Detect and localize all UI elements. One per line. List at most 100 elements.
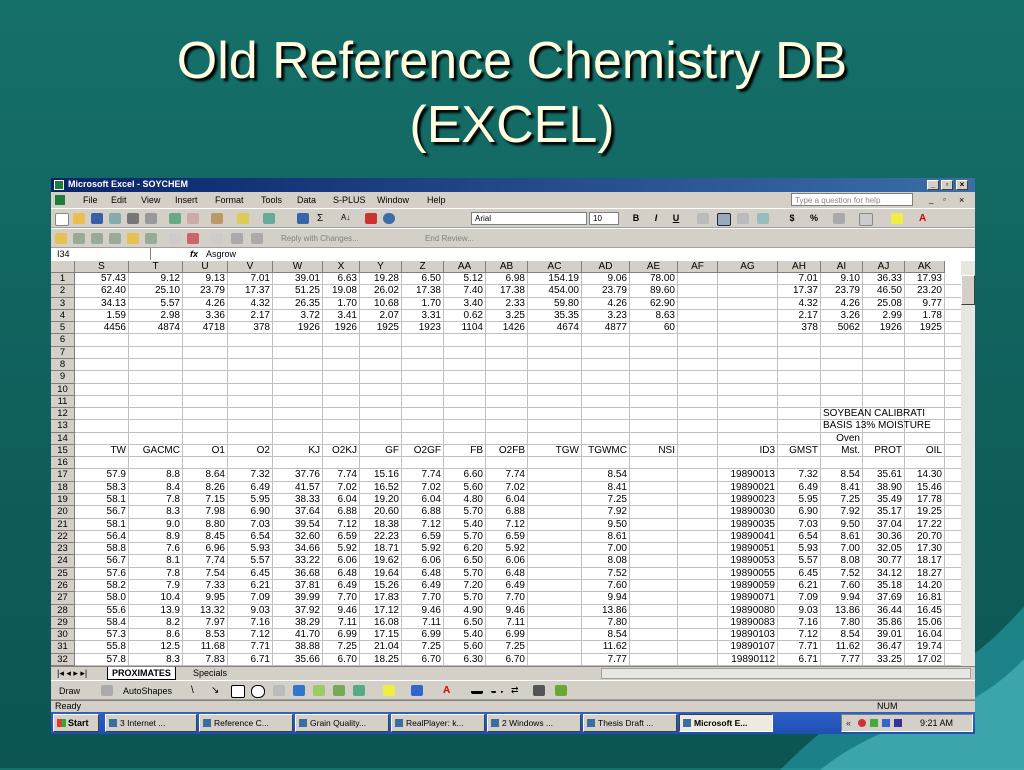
cell-u19[interactable]: 7.15 [183,494,228,506]
cell-t2[interactable]: 25.10 [129,285,183,297]
cell-ah23[interactable]: 5.93 [778,543,821,555]
cell-ak18[interactable]: 15.46 [905,482,945,494]
review-icon-9[interactable] [231,233,243,244]
help-icon[interactable] [383,213,395,224]
cell-w2[interactable]: 51.25 [273,285,323,297]
cell-t19[interactable]: 7.8 [129,494,183,506]
cell-v27[interactable]: 7.09 [228,592,273,604]
format-painter-icon[interactable] [237,213,249,224]
cell-aj28[interactable]: 36.44 [863,605,905,617]
cell-t27[interactable]: 10.4 [129,592,183,604]
column-header-x[interactable]: X [323,261,360,273]
cell-ad1[interactable]: 9.06 [582,273,630,285]
cell-z3[interactable]: 1.70 [402,298,444,310]
cell-z17[interactable]: 7.74 [402,469,444,481]
cell-u30[interactable]: 8.53 [183,629,228,641]
cell-ab5[interactable]: 1426 [486,322,528,334]
cell-y30[interactable]: 17.15 [360,629,402,641]
task-internet[interactable]: 3 Internet ... [105,714,197,732]
cell-u32[interactable]: 7.83 [183,654,228,666]
font-size-select[interactable]: 10 [589,212,619,225]
cell-v3[interactable]: 4.32 [228,298,273,310]
cell-ai4[interactable]: 3.26 [821,310,863,322]
cell-x23[interactable]: 5.92 [323,543,360,555]
task-windows[interactable]: 2 Windows ... [487,714,581,732]
bold-button[interactable]: B [629,212,643,225]
cell-x25[interactable]: 6.48 [323,568,360,580]
cell-s24[interactable]: 56.7 [75,555,129,567]
cell-x18[interactable]: 7.02 [323,482,360,494]
cell-aj32[interactable]: 33.25 [863,654,905,666]
arrow-icon[interactable]: ↘ [211,685,223,696]
cell-ai27[interactable]: 9.94 [821,592,863,604]
cell-u24[interactable]: 7.74 [183,555,228,567]
cell-s31[interactable]: 55.8 [75,641,129,653]
dash-style-icon[interactable] [491,685,503,693]
cell-s1[interactable]: 57.43 [75,273,129,285]
column-header-ab[interactable]: AB [486,261,528,273]
indent-icon[interactable] [833,213,845,224]
review-icon-4[interactable] [127,233,139,244]
cell-x28[interactable]: 9.46 [323,605,360,617]
row-header-21[interactable]: 21 [51,518,75,531]
column-header-aj[interactable]: AJ [863,261,905,273]
fill-color-icon[interactable] [891,213,903,224]
cell-aa24[interactable]: 6.50 [444,555,486,567]
row-header-17[interactable]: 17 [51,469,75,482]
cell-ai5[interactable]: 5062 [821,322,863,334]
cell-t32[interactable]: 8.3 [129,654,183,666]
cell-s22[interactable]: 56.4 [75,531,129,543]
fx-icon[interactable]: fx [190,248,198,260]
print-preview-icon[interactable] [145,213,157,224]
cell-ai29[interactable]: 7.80 [821,617,863,629]
cell-ad21[interactable]: 9.50 [582,519,630,531]
menu-file[interactable]: File [83,195,98,205]
tray-app-icon[interactable] [870,719,878,727]
reply-with-changes-button[interactable]: Reply with Changes... [281,234,359,245]
cell-ae5[interactable]: 60 [630,322,678,334]
row-header-20[interactable]: 20 [51,506,75,519]
cell-v2[interactable]: 17.37 [228,285,273,297]
cell-aj27[interactable]: 37.69 [863,592,905,604]
cell-y20[interactable]: 20.60 [360,506,402,518]
cell-x5[interactable]: 1926 [323,322,360,334]
cell-aj22[interactable]: 30.36 [863,531,905,543]
cell-w21[interactable]: 39.54 [273,519,323,531]
arrow-style-icon[interactable]: ⇄ [511,685,523,696]
merge-center-icon[interactable] [757,213,769,224]
cell-aa3[interactable]: 3.40 [444,298,486,310]
cell-ad15[interactable]: TGWMC [582,445,630,457]
review-icon-5[interactable] [145,233,157,244]
select-objects-icon[interactable] [101,685,113,696]
cell-u4[interactable]: 3.36 [183,310,228,322]
cell-s4[interactable]: 1.59 [75,310,129,322]
cell-aa17[interactable]: 6.60 [444,469,486,481]
cell-z2[interactable]: 17.38 [402,285,444,297]
cell-aj3[interactable]: 25.08 [863,298,905,310]
cell-aj4[interactable]: 2.99 [863,310,905,322]
cell-ah18[interactable]: 6.49 [778,482,821,494]
cell-v31[interactable]: 7.71 [228,641,273,653]
print-icon[interactable] [127,213,139,224]
cell-v26[interactable]: 6.21 [228,580,273,592]
cell-ag30[interactable]: 19890103 [718,629,778,641]
cell-z32[interactable]: 6.70 [402,654,444,666]
paste-icon[interactable] [211,213,223,224]
cell-ab31[interactable]: 7.25 [486,641,528,653]
cell-ae1[interactable]: 78.00 [630,273,678,285]
cell-ak5[interactable]: 1925 [905,322,945,334]
cell-ai13[interactable]: BASIS 13% MOISTURE [821,420,961,432]
cell-ab18[interactable]: 7.02 [486,482,528,494]
cell-ai1[interactable]: 9.10 [821,273,863,285]
cell-y15[interactable]: GF [360,445,402,457]
cell-ag18[interactable]: 19890021 [718,482,778,494]
row-header-14[interactable]: 14 [51,432,75,445]
align-left-icon[interactable] [697,213,709,224]
cell-x29[interactable]: 7.11 [323,617,360,629]
cell-v28[interactable]: 9.03 [228,605,273,617]
cell-ac4[interactable]: 35.35 [528,310,582,322]
cell-aj30[interactable]: 39.01 [863,629,905,641]
cell-ab28[interactable]: 9.46 [486,605,528,617]
column-header-ae[interactable]: AE [630,261,678,273]
cell-ai15[interactable]: Mst. [821,445,863,457]
